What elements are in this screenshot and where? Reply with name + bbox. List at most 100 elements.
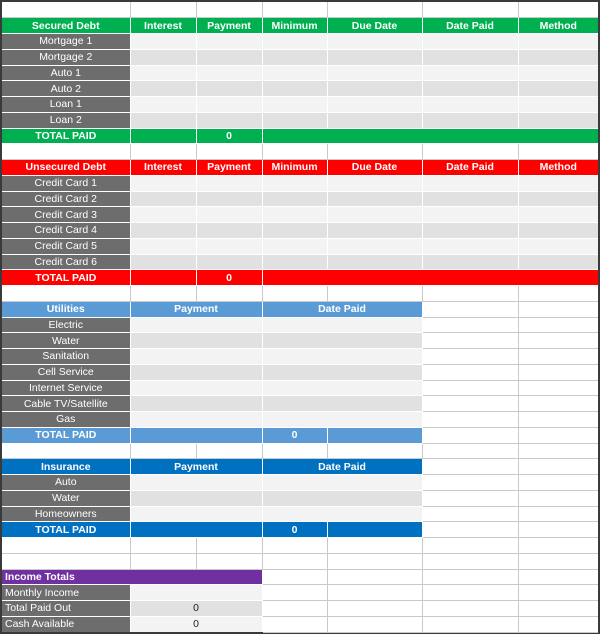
empty-cell[interactable] [327, 2, 423, 19]
input-cell[interactable] [422, 96, 518, 113]
input-cell[interactable] [518, 33, 598, 50]
input-cell[interactable] [422, 254, 518, 270]
input-cell[interactable] [518, 96, 598, 113]
payment-cell[interactable] [130, 332, 262, 349]
empty-cell[interactable] [262, 143, 328, 160]
empty-cell[interactable] [2, 143, 131, 160]
empty-cell[interactable] [196, 553, 263, 570]
input-cell[interactable] [327, 191, 422, 207]
input-cell[interactable] [422, 206, 518, 223]
empty-cell[interactable] [130, 443, 197, 460]
input-cell[interactable] [327, 33, 422, 50]
input-cell[interactable] [196, 238, 262, 254]
input-cell[interactable] [518, 65, 598, 81]
empty-cell[interactable] [130, 285, 197, 302]
input-cell[interactable] [262, 96, 327, 113]
empty-cell[interactable] [2, 537, 131, 554]
empty-cell[interactable] [422, 332, 519, 349]
date-paid-cell[interactable] [262, 317, 422, 333]
empty-cell[interactable] [327, 285, 423, 302]
input-cell[interactable] [327, 49, 422, 65]
empty-cell[interactable] [518, 521, 598, 538]
empty-cell[interactable] [518, 285, 598, 302]
empty-cell[interactable] [518, 569, 598, 586]
input-cell[interactable] [262, 49, 327, 65]
input-cell[interactable] [327, 96, 422, 113]
input-cell[interactable] [327, 254, 422, 270]
empty-cell[interactable] [518, 490, 598, 507]
empty-cell[interactable] [518, 553, 598, 570]
empty-cell[interactable] [422, 537, 519, 554]
empty-cell[interactable] [196, 143, 263, 160]
empty-cell[interactable] [422, 553, 519, 570]
input-cell[interactable] [262, 80, 327, 97]
date-paid-cell[interactable] [262, 332, 422, 349]
input-cell[interactable] [518, 175, 598, 191]
empty-cell[interactable] [422, 490, 519, 507]
empty-cell[interactable] [518, 332, 598, 349]
empty-cell[interactable] [196, 2, 263, 19]
input-cell[interactable] [518, 80, 598, 97]
income-value[interactable]: 0 [130, 616, 262, 632]
date-paid-cell[interactable] [262, 490, 422, 506]
empty-cell[interactable] [518, 537, 598, 554]
empty-cell[interactable] [422, 521, 519, 538]
empty-cell[interactable] [327, 600, 423, 617]
empty-cell[interactable] [518, 443, 598, 460]
empty-cell[interactable] [422, 506, 519, 523]
empty-cell[interactable] [518, 395, 598, 412]
empty-cell[interactable] [422, 285, 519, 302]
empty-cell[interactable] [422, 443, 519, 460]
input-cell[interactable] [130, 112, 196, 128]
empty-cell[interactable] [518, 364, 598, 381]
input-cell[interactable] [262, 254, 327, 270]
input-cell[interactable] [422, 80, 518, 97]
input-cell[interactable] [422, 175, 518, 191]
date-paid-cell[interactable] [262, 380, 422, 396]
empty-cell[interactable] [518, 427, 598, 444]
empty-cell[interactable] [327, 553, 423, 570]
empty-cell[interactable] [422, 569, 519, 586]
input-cell[interactable] [518, 49, 598, 65]
input-cell[interactable] [262, 112, 327, 128]
input-cell[interactable] [196, 254, 262, 270]
empty-cell[interactable] [2, 553, 131, 570]
payment-cell[interactable] [130, 411, 262, 428]
input-cell[interactable] [327, 80, 422, 97]
input-cell[interactable] [196, 80, 262, 97]
empty-cell[interactable] [422, 348, 519, 365]
empty-cell[interactable] [518, 143, 598, 160]
empty-cell[interactable] [196, 443, 263, 460]
empty-cell[interactable] [518, 317, 598, 334]
input-cell[interactable] [130, 238, 196, 254]
input-cell[interactable] [130, 33, 196, 50]
input-cell[interactable] [196, 65, 262, 81]
empty-cell[interactable] [262, 443, 328, 460]
empty-cell[interactable] [196, 285, 263, 302]
payment-cell[interactable] [130, 395, 262, 412]
date-paid-cell[interactable] [262, 411, 422, 428]
input-cell[interactable] [196, 191, 262, 207]
empty-cell[interactable] [130, 143, 197, 160]
empty-cell[interactable] [327, 537, 423, 554]
input-cell[interactable] [130, 49, 196, 65]
empty-cell[interactable] [130, 537, 197, 554]
empty-cell[interactable] [422, 411, 519, 428]
date-paid-cell[interactable] [262, 506, 422, 522]
empty-cell[interactable] [2, 443, 131, 460]
input-cell[interactable] [130, 175, 196, 191]
payment-cell[interactable] [130, 348, 262, 365]
empty-cell[interactable] [262, 616, 328, 633]
empty-cell[interactable] [130, 2, 197, 19]
empty-cell[interactable] [518, 2, 598, 19]
input-cell[interactable] [518, 254, 598, 270]
input-cell[interactable] [196, 222, 262, 239]
empty-cell[interactable] [422, 143, 519, 160]
payment-cell[interactable] [130, 317, 262, 333]
empty-cell[interactable] [327, 616, 423, 633]
empty-cell[interactable] [422, 427, 519, 444]
empty-cell[interactable] [422, 584, 519, 601]
input-cell[interactable] [262, 238, 327, 254]
empty-cell[interactable] [518, 600, 598, 617]
input-cell[interactable] [196, 49, 262, 65]
